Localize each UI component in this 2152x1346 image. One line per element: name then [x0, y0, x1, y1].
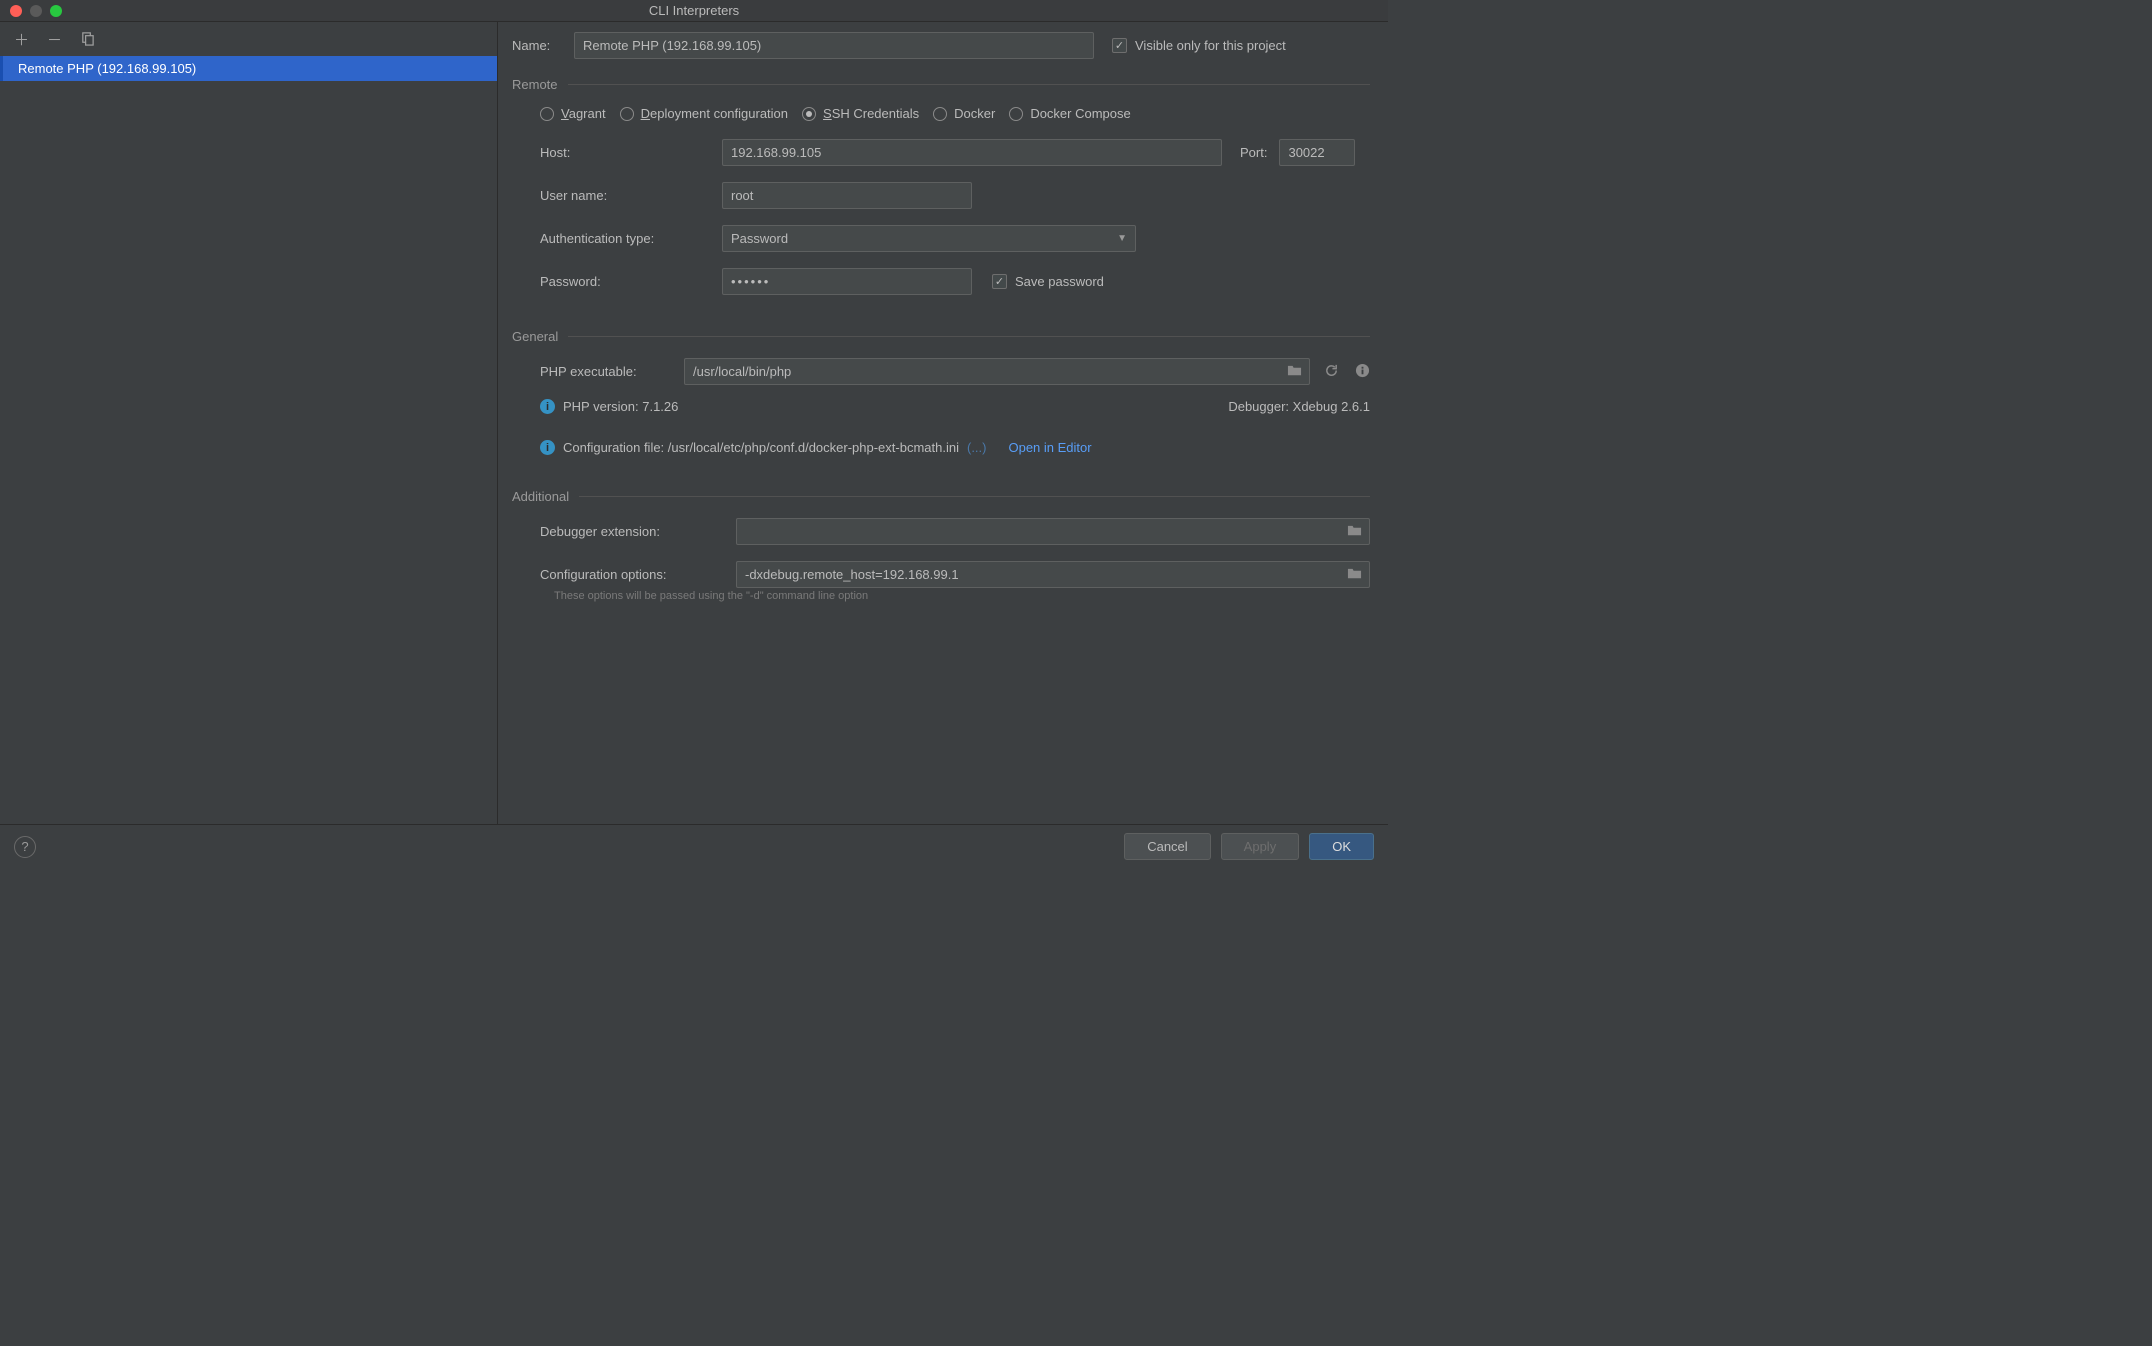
host-input[interactable]: [722, 139, 1222, 166]
config-opts-hint: These options will be passed using the "…: [554, 590, 1370, 602]
password-input[interactable]: [722, 268, 972, 295]
folder-icon[interactable]: [1347, 523, 1362, 541]
config-more-link[interactable]: (...): [967, 440, 987, 455]
radio-docker-compose[interactable]: Docker Compose: [1009, 106, 1130, 121]
auth-type-label: Authentication type:: [540, 231, 722, 246]
config-file-text: Configuration file: /usr/local/etc/php/c…: [563, 440, 959, 455]
section-additional-header: Additional: [512, 489, 1370, 504]
debugger-text: Debugger: Xdebug 2.6.1: [1228, 399, 1370, 414]
sidebar: ＋ － Remote PHP (192.168.99.105): [0, 22, 498, 824]
zoom-window-icon[interactable]: [50, 5, 62, 17]
content-pane: Name: ✓ Visible only for this project Re…: [498, 22, 1388, 824]
radio-icon: [1009, 107, 1023, 121]
php-exec-label: PHP executable:: [540, 364, 684, 379]
sidebar-item-label: Remote PHP (192.168.99.105): [18, 61, 196, 76]
remote-type-radios: Vagrant Deployment configuration SSH Cre…: [540, 106, 1370, 121]
checkmark-icon: ✓: [1112, 38, 1127, 53]
debugger-ext-label: Debugger extension:: [540, 524, 736, 539]
add-icon[interactable]: ＋: [14, 33, 29, 48]
radio-deployment[interactable]: Deployment configuration: [620, 106, 788, 121]
close-window-icon[interactable]: [10, 5, 22, 17]
name-input[interactable]: [574, 32, 1094, 59]
info-badge-icon: i: [540, 440, 555, 455]
config-opts-label: Configuration options:: [540, 567, 736, 582]
checkmark-icon: ✓: [992, 274, 1007, 289]
radio-ssh[interactable]: SSH Credentials: [802, 106, 919, 121]
php-version-text: PHP version: 7.1.26: [563, 399, 678, 414]
sidebar-toolbar: ＋ －: [0, 22, 497, 52]
debugger-ext-input[interactable]: [736, 518, 1370, 545]
radio-icon: [540, 107, 554, 121]
host-label: Host:: [540, 145, 722, 160]
php-exec-input[interactable]: [684, 358, 1310, 385]
help-icon[interactable]: ?: [14, 836, 36, 858]
apply-button: Apply: [1221, 833, 1300, 860]
section-remote-header: Remote: [512, 77, 1370, 92]
sidebar-item-remote-php[interactable]: Remote PHP (192.168.99.105): [0, 56, 497, 81]
radio-docker[interactable]: Docker: [933, 106, 995, 121]
username-input[interactable]: [722, 182, 972, 209]
open-in-editor-link[interactable]: Open in Editor: [1008, 440, 1091, 455]
info-icon[interactable]: [1355, 363, 1370, 381]
interpreter-list: Remote PHP (192.168.99.105): [0, 52, 497, 824]
auth-type-select[interactable]: Password ▼: [722, 225, 1136, 252]
radio-vagrant[interactable]: Vagrant: [540, 106, 606, 121]
window-controls: [0, 5, 62, 17]
minimize-window-icon: [30, 5, 42, 17]
section-general-header: General: [512, 329, 1370, 344]
chevron-down-icon: ▼: [1117, 233, 1127, 244]
folder-icon[interactable]: [1347, 566, 1362, 584]
radio-icon: [620, 107, 634, 121]
config-opts-input[interactable]: [736, 561, 1370, 588]
info-badge-icon: i: [540, 399, 555, 414]
dialog-footer: ? Cancel Apply OK: [0, 824, 1388, 868]
username-label: User name:: [540, 188, 722, 203]
remove-icon[interactable]: －: [47, 33, 62, 48]
ok-button[interactable]: OK: [1309, 833, 1374, 860]
port-label: Port:: [1240, 145, 1267, 160]
port-input[interactable]: [1279, 139, 1355, 166]
save-password-checkbox[interactable]: ✓ Save password: [992, 274, 1104, 289]
visible-only-checkbox[interactable]: ✓ Visible only for this project: [1112, 38, 1286, 53]
folder-icon[interactable]: [1287, 363, 1302, 381]
radio-icon: [802, 107, 816, 121]
copy-icon[interactable]: [80, 31, 95, 49]
window-title: CLI Interpreters: [649, 3, 739, 18]
cancel-button[interactable]: Cancel: [1124, 833, 1210, 860]
reload-icon[interactable]: [1324, 363, 1339, 381]
name-label: Name:: [512, 38, 574, 53]
password-label: Password:: [540, 274, 722, 289]
radio-icon: [933, 107, 947, 121]
titlebar: CLI Interpreters: [0, 0, 1388, 22]
visible-only-label: Visible only for this project: [1135, 38, 1286, 53]
